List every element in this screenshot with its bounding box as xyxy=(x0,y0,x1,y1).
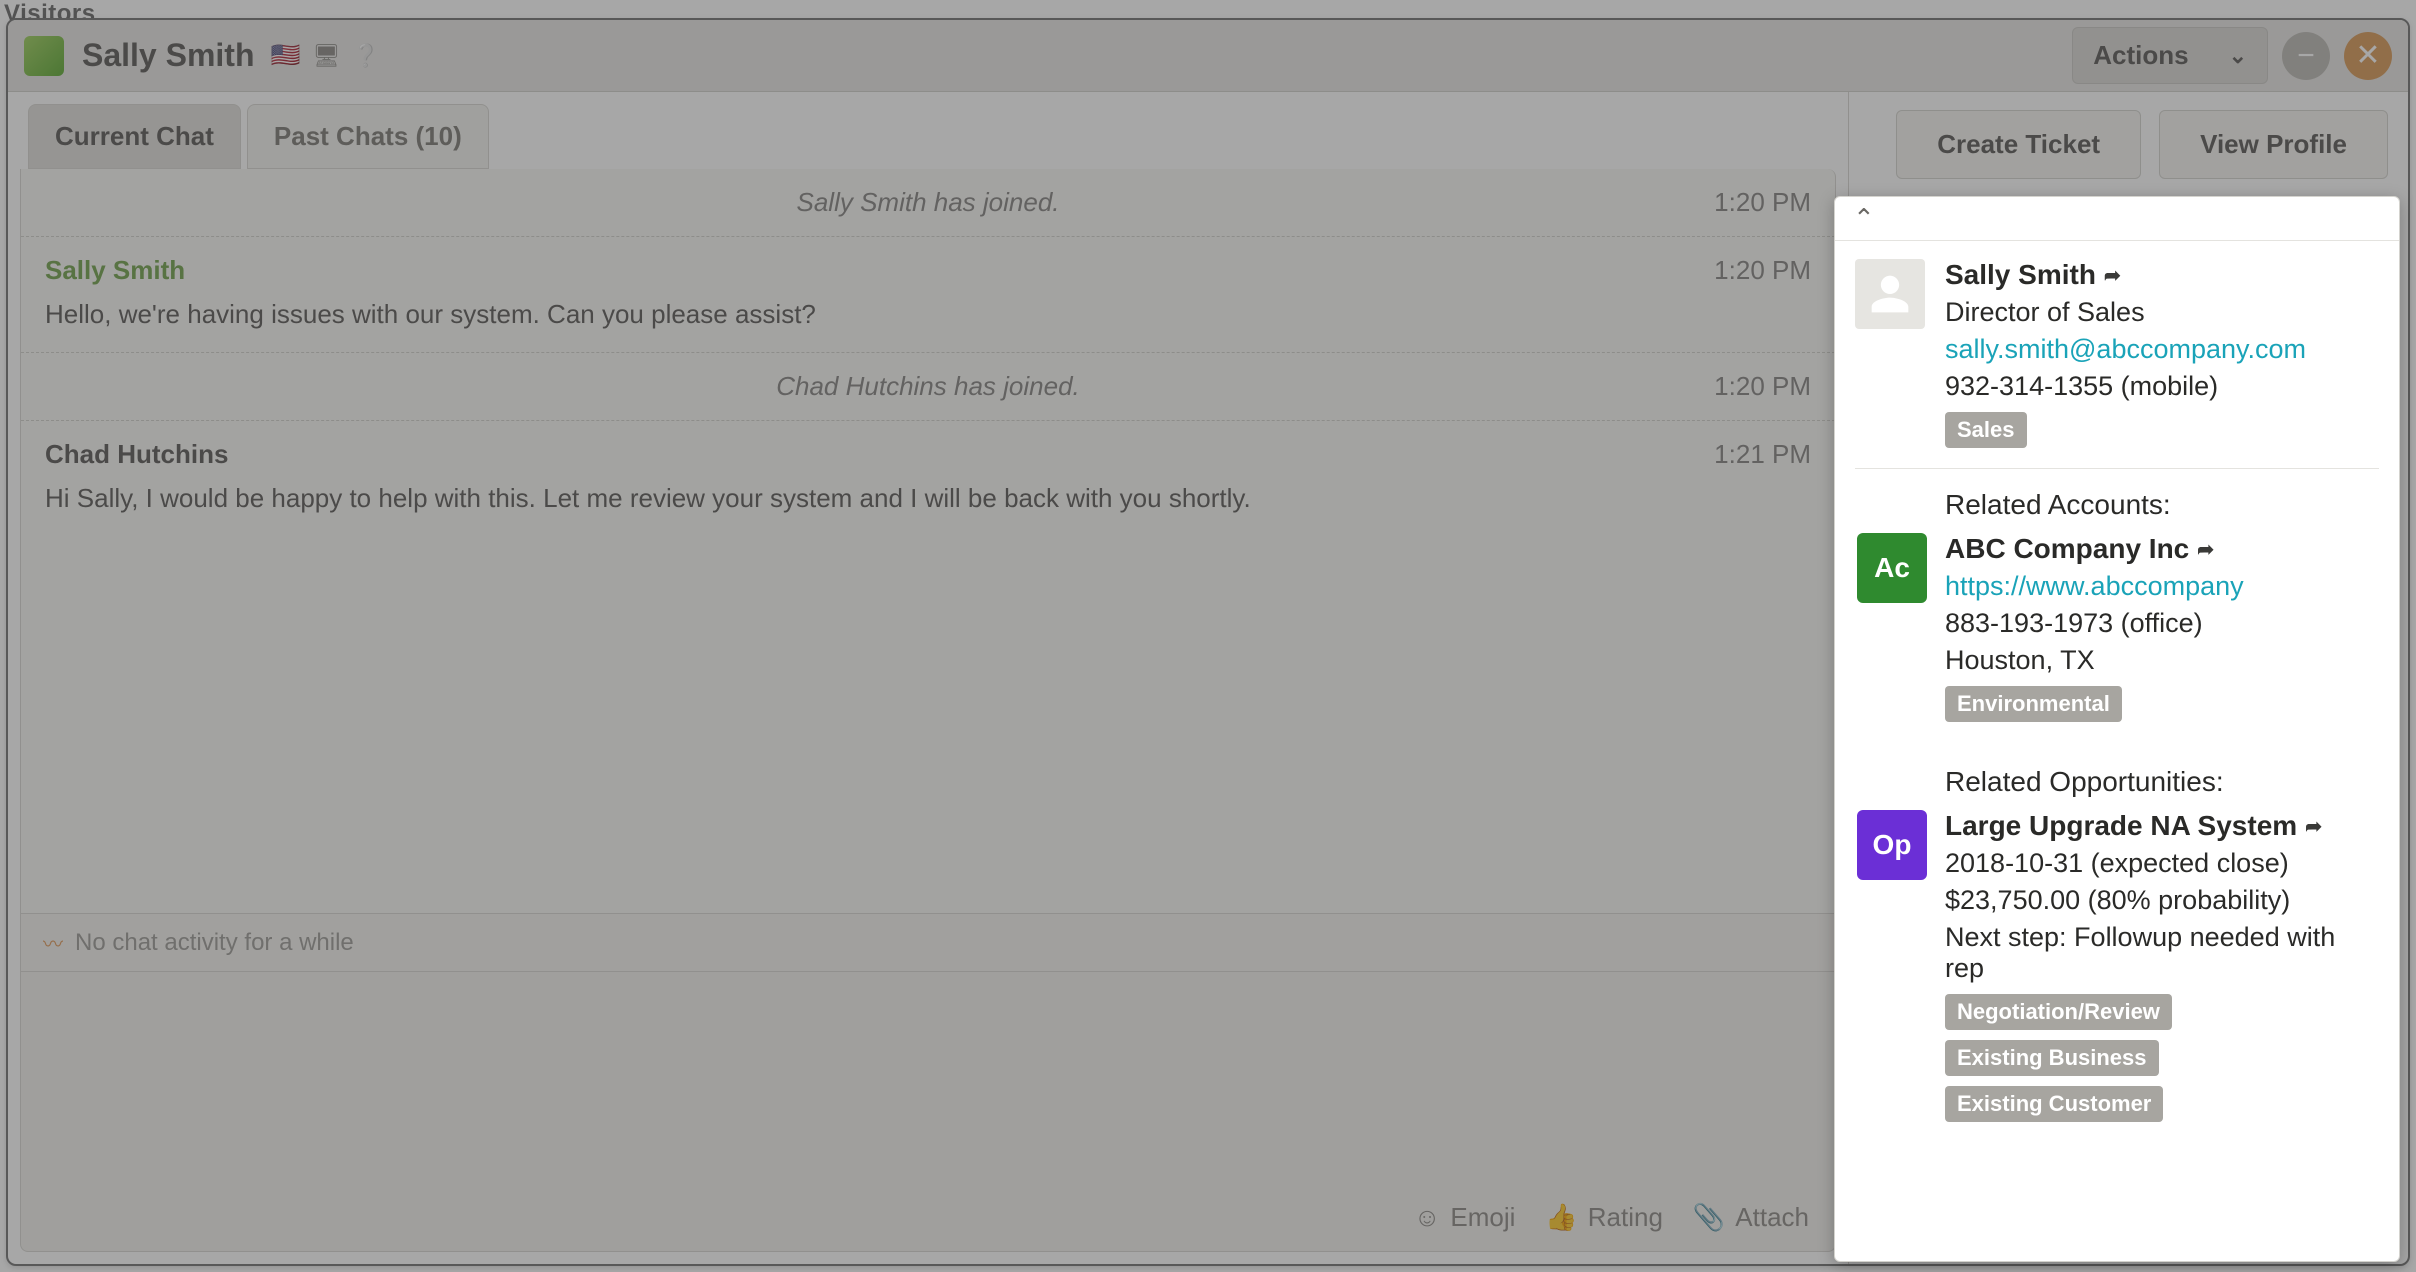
event-time: 1:20 PM xyxy=(1714,371,1811,402)
help-icon[interactable]: ❔ xyxy=(352,43,379,69)
contact-title: Director of Sales xyxy=(1945,297,2379,328)
account-name-text: ABC Company Inc xyxy=(1945,533,2189,565)
actions-dropdown[interactable]: Actions ⌄ xyxy=(2072,27,2268,84)
rating-button[interactable]: 👍 Rating xyxy=(1545,1202,1663,1233)
opportunity-name-text: Large Upgrade NA System xyxy=(1945,810,2297,842)
actions-label: Actions xyxy=(2093,40,2188,71)
event-time: 1:21 PM xyxy=(1714,439,1811,470)
account-phone: 883-193-1973 (office) xyxy=(1945,608,2379,639)
opportunity-entry: Op Large Upgrade NA System ➦ 2018-10-31 … xyxy=(1945,810,2379,1122)
inactivity-notice: 〰 No chat activity for a while xyxy=(21,913,1835,971)
topbar: Sally Smith 🇺🇸 🖥 ❔ Actions ⌄ − ✕ xyxy=(8,20,2408,92)
section-heading: Related Opportunities: xyxy=(1855,766,2379,798)
chat-transcript: Sally Smith has joined. 1:20 PM Sally Sm… xyxy=(21,169,1835,913)
chevron-up-icon: ⌃ xyxy=(1853,203,1875,234)
compose-area[interactable]: ☺ Emoji 👍 Rating 📎 Attach xyxy=(20,972,1836,1252)
opportunity-tag: Existing Customer xyxy=(1945,1086,2163,1122)
close-button[interactable]: ✕ xyxy=(2344,32,2392,80)
tab-past-chats[interactable]: Past Chats (10) xyxy=(247,104,489,169)
emoji-button[interactable]: ☺ Emoji xyxy=(1414,1202,1516,1233)
tab-current-chat[interactable]: Current Chat xyxy=(28,104,241,169)
open-external-icon: ➦ xyxy=(2305,814,2322,839)
open-external-icon: ➦ xyxy=(2197,537,2214,562)
topbar-title: Sally Smith xyxy=(82,37,255,74)
create-ticket-button[interactable]: Create Ticket xyxy=(1896,110,2141,179)
opportunity-name[interactable]: Large Upgrade NA System ➦ xyxy=(1945,810,2379,842)
contact-card: Sally Smith ➦ Director of Sales sally.sm… xyxy=(1855,259,2379,469)
chat-pane: Current Chat Past Chats (10) Sally Smith… xyxy=(8,92,1848,1264)
related-opportunities-section: Related Opportunities: Op Large Upgrade … xyxy=(1855,746,2379,1122)
account-tag: Environmental xyxy=(1945,686,2122,722)
chevron-down-icon: ⌄ xyxy=(2229,43,2247,69)
contact-avatar-small xyxy=(24,36,64,76)
chat-message: Chad Hutchins 1:21 PM Hi Sally, I would … xyxy=(21,421,1835,536)
system-event: Sally Smith has joined. 1:20 PM xyxy=(21,169,1835,237)
opportunity-amount: $23,750.00 (80% probability) xyxy=(1945,885,2379,916)
account-badge: Ac xyxy=(1857,533,1927,603)
emoji-icon: ☺ xyxy=(1414,1202,1441,1233)
minimize-button[interactable]: − xyxy=(2282,32,2330,80)
opportunity-badge: Op xyxy=(1857,810,1927,880)
opportunity-close: 2018-10-31 (expected close) xyxy=(1945,848,2379,879)
country-flag-icon: 🇺🇸 xyxy=(271,41,301,70)
event-time: 1:20 PM xyxy=(1714,187,1811,218)
rating-label: Rating xyxy=(1588,1202,1663,1233)
contact-phone: 932-314-1355 (mobile) xyxy=(1945,371,2379,402)
opportunity-tag: Negotiation/Review xyxy=(1945,994,2172,1030)
contact-tag: Sales xyxy=(1945,412,2027,448)
system-text: Sally Smith has joined. xyxy=(796,187,1059,217)
account-entry: Ac ABC Company Inc ➦ https://www.abccomp… xyxy=(1945,533,2379,722)
system-event: Chad Hutchins has joined. 1:20 PM xyxy=(21,353,1835,421)
account-location: Houston, TX xyxy=(1945,645,2379,676)
monitor-icon[interactable]: 🖥 xyxy=(312,43,340,69)
paperclip-icon: 📎 xyxy=(1693,1202,1725,1233)
message-sender: Sally Smith xyxy=(45,255,1811,286)
account-url[interactable]: https://www.abccompany xyxy=(1945,571,2244,601)
inactivity-text: No chat activity for a while xyxy=(75,929,354,957)
opportunity-tag: Existing Business xyxy=(1945,1040,2159,1076)
event-time: 1:20 PM xyxy=(1714,255,1811,286)
contact-name-text: Sally Smith xyxy=(1945,259,2096,291)
system-text: Chad Hutchins has joined. xyxy=(776,371,1080,401)
contact-name[interactable]: Sally Smith ➦ xyxy=(1945,259,2379,291)
thumbs-up-icon: 👍 xyxy=(1545,1202,1577,1233)
attach-button[interactable]: 📎 Attach xyxy=(1693,1202,1809,1233)
chat-message: Sally Smith 1:20 PM Hello, we're having … xyxy=(21,237,1835,353)
open-external-icon: ➦ xyxy=(2104,263,2121,288)
crm-collapse-toggle[interactable]: ⌃ xyxy=(1835,197,2399,241)
crm-panel: ⌃ Sally Smith ➦ Director of Sales sally.… xyxy=(1834,196,2400,1262)
contact-email[interactable]: sally.smith@abccompany.com xyxy=(1945,334,2306,364)
related-accounts-section: Related Accounts: Ac ABC Company Inc ➦ h… xyxy=(1855,469,2379,722)
section-heading: Related Accounts: xyxy=(1855,489,2379,521)
attach-label: Attach xyxy=(1735,1202,1809,1233)
activity-icon: 〰 xyxy=(43,928,63,957)
message-body: Hello, we're having issues with our syst… xyxy=(45,296,1811,334)
opportunity-next: Next step: Followup needed with rep xyxy=(1945,922,2379,984)
message-body: Hi Sally, I would be happy to help with … xyxy=(45,480,1811,518)
account-name[interactable]: ABC Company Inc ➦ xyxy=(1945,533,2379,565)
message-sender: Chad Hutchins xyxy=(45,439,1811,470)
avatar-placeholder-icon xyxy=(1855,259,1925,329)
view-profile-button[interactable]: View Profile xyxy=(2159,110,2388,179)
emoji-label: Emoji xyxy=(1450,1202,1515,1233)
